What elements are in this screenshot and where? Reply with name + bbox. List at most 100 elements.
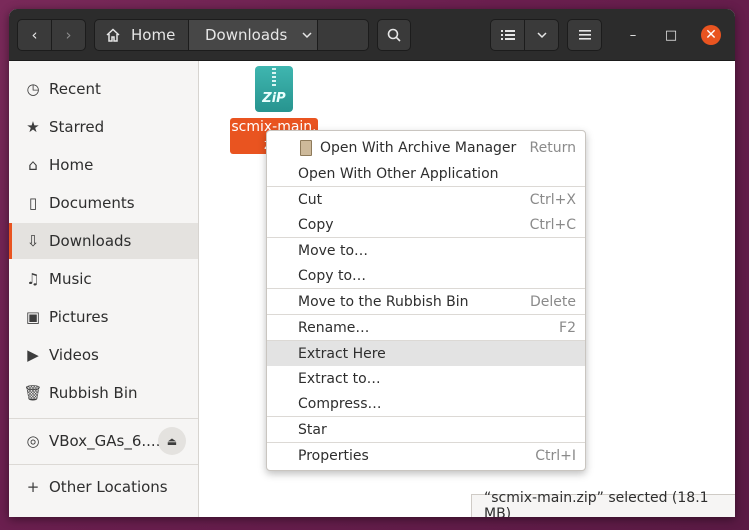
sidebar-item-documents[interactable]: ▯ Documents xyxy=(9,185,198,221)
eject-icon: ⏏ xyxy=(166,434,178,448)
maximize-icon: □ xyxy=(664,27,678,43)
sidebar-item-recent[interactable]: ◷ Recent xyxy=(9,71,198,107)
menu-item-extract-to[interactable]: Extract to… xyxy=(267,366,585,391)
menu-item-properties[interactable]: Properties Ctrl+I xyxy=(267,443,585,468)
menu-item-move-to[interactable]: Move to… xyxy=(267,238,585,263)
sidebar-item-downloads[interactable]: ⇩ Downloads xyxy=(9,223,198,259)
archive-manager-icon xyxy=(300,140,312,156)
menu-item-label: Copy to… xyxy=(298,267,367,284)
video-icon: ▶ xyxy=(27,346,39,364)
sidebar-item-label: Rubbish Bin xyxy=(49,384,138,402)
menu-item-rename[interactable]: Rename… F2 xyxy=(267,315,585,340)
list-view-icon xyxy=(500,30,515,40)
list-view-button[interactable] xyxy=(490,19,525,51)
sidebar-item-label: Documents xyxy=(49,194,135,212)
sidebar-item-starred[interactable]: ★ Starred xyxy=(9,109,198,145)
menu-item-accel: Return xyxy=(529,139,576,156)
menu-item-compress[interactable]: Compress… xyxy=(267,391,585,416)
menu-item-extract-here[interactable]: Extract Here xyxy=(267,341,585,366)
menu-item-open-other-app[interactable]: Open With Other Application xyxy=(267,161,585,186)
sidebar-item-label: Downloads xyxy=(49,232,132,250)
home-icon: ⌂ xyxy=(28,156,38,174)
back-button[interactable]: ‹ xyxy=(17,19,52,51)
sidebar-item-home[interactable]: ⌂ Home xyxy=(9,147,198,183)
header-bar: ‹ › Home Downloads – □ ✕ xyxy=(9,9,735,61)
sidebar-item-device[interactable]: ◎ VBox_GAs_6.... ⏏ xyxy=(9,423,198,459)
trash-icon: 🗑 xyxy=(23,384,43,402)
zip-file-icon: ZiP xyxy=(255,66,293,112)
minimize-button[interactable]: – xyxy=(623,25,643,45)
sidebar-divider xyxy=(9,464,198,465)
eject-button[interactable]: ⏏ xyxy=(158,427,186,455)
close-button[interactable]: ✕ xyxy=(701,25,721,45)
menu-item-accel: Ctrl+I xyxy=(535,447,576,464)
sidebar-item-label: Pictures xyxy=(49,308,109,326)
path-downloads-label: Downloads xyxy=(205,26,288,44)
chevron-right-icon: › xyxy=(65,26,72,44)
menu-item-label: Extract to… xyxy=(298,370,381,387)
context-menu: Open With Archive Manager Return Open Wi… xyxy=(266,130,586,471)
zipper-icon xyxy=(272,68,276,86)
sidebar-item-videos[interactable]: ▶ Videos xyxy=(9,337,198,373)
sidebar-item-label: Other Locations xyxy=(49,478,168,496)
search-button[interactable] xyxy=(377,19,411,51)
sidebar: ◷ Recent ★ Starred ⌂ Home ▯ Documents ⇩ … xyxy=(9,61,199,517)
star-icon: ★ xyxy=(26,118,40,136)
view-options-button[interactable] xyxy=(524,19,559,51)
sidebar-item-pictures[interactable]: ▣ Pictures xyxy=(9,299,198,335)
minimize-icon: – xyxy=(629,27,637,43)
disc-icon: ◎ xyxy=(26,432,40,450)
menu-item-label: Open With Archive Manager xyxy=(320,139,517,156)
sidebar-device-label: VBox_GAs_6.... xyxy=(49,432,161,450)
menu-item-label: Properties xyxy=(298,447,369,464)
close-icon: ✕ xyxy=(705,27,717,43)
menu-item-move-to-rubbish[interactable]: Move to the Rubbish Bin Delete xyxy=(267,289,585,314)
menu-item-label: Move to… xyxy=(298,242,369,259)
sidebar-divider xyxy=(9,418,198,419)
status-text: “scmix-main.zip” selected (18.1 MB) xyxy=(484,490,709,517)
download-icon: ⇩ xyxy=(26,232,40,250)
menu-item-label: Copy xyxy=(298,216,334,233)
path-bar-empty-segment[interactable] xyxy=(317,19,369,51)
sidebar-item-label: Starred xyxy=(49,118,105,136)
music-icon: ♫ xyxy=(26,270,40,288)
menu-item-label: Star xyxy=(298,421,327,438)
document-icon: ▯ xyxy=(28,194,38,212)
menu-item-label: Open With Other Application xyxy=(298,165,499,182)
menu-item-copy-to[interactable]: Copy to… xyxy=(267,263,585,288)
sidebar-item-label: Music xyxy=(49,270,92,288)
menu-item-label: Move to the Rubbish Bin xyxy=(298,293,469,310)
forward-button[interactable]: › xyxy=(51,19,86,51)
chevron-down-icon xyxy=(536,32,547,39)
sidebar-item-music[interactable]: ♫ Music xyxy=(9,261,198,297)
sidebar-item-rubbish-bin[interactable]: 🗑 Rubbish Bin xyxy=(9,375,198,411)
menu-item-label: Compress… xyxy=(298,395,382,412)
home-icon xyxy=(106,28,120,42)
menu-item-accel: F2 xyxy=(559,319,576,336)
path-bar-home[interactable]: Home xyxy=(94,19,189,51)
sidebar-item-label: Home xyxy=(49,156,94,174)
zip-icon-text: ZiP xyxy=(262,91,286,106)
menu-item-accel: Ctrl+X xyxy=(529,191,576,208)
search-icon xyxy=(387,28,401,42)
picture-icon: ▣ xyxy=(25,308,41,326)
clock-icon: ◷ xyxy=(26,80,40,98)
path-bar-downloads[interactable]: Downloads xyxy=(188,19,318,51)
hamburger-icon xyxy=(578,30,591,40)
menu-item-copy[interactable]: Copy Ctrl+C xyxy=(267,212,585,237)
menu-item-accel: Delete xyxy=(530,293,576,310)
chevron-left-icon: ‹ xyxy=(31,26,38,44)
sidebar-item-label: Recent xyxy=(49,80,101,98)
menu-item-star[interactable]: Star xyxy=(267,417,585,442)
status-bar: “scmix-main.zip” selected (18.1 MB) xyxy=(471,490,735,517)
chevron-down-icon xyxy=(302,32,312,39)
sidebar-item-other-locations[interactable]: + Other Locations xyxy=(9,469,198,505)
main-menu-button[interactable] xyxy=(567,19,602,51)
maximize-button[interactable]: □ xyxy=(661,25,681,45)
menu-item-label: Extract Here xyxy=(298,345,386,362)
menu-item-open-archive-manager[interactable]: Open With Archive Manager Return xyxy=(267,135,585,160)
menu-item-cut[interactable]: Cut Ctrl+X xyxy=(267,187,585,212)
plus-icon: + xyxy=(26,478,40,496)
menu-item-accel: Ctrl+C xyxy=(529,216,576,233)
menu-item-label: Cut xyxy=(298,191,323,208)
